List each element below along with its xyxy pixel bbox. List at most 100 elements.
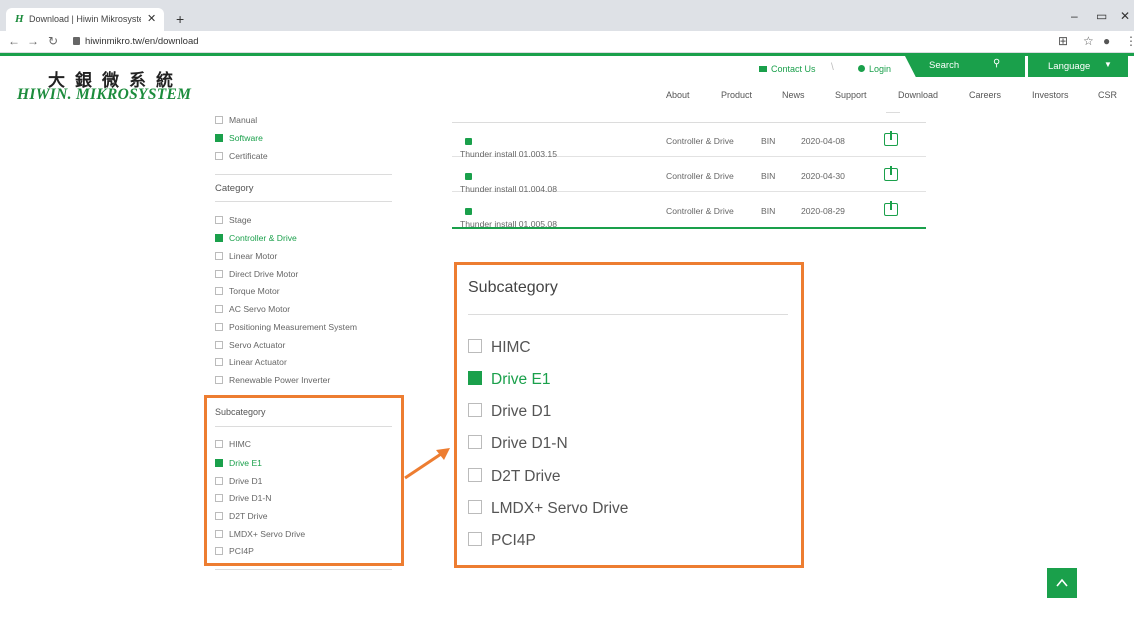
logo-english[interactable]: HIWIN. MIKROSYSTEM <box>17 86 191 104</box>
checkbox[interactable] <box>215 494 223 502</box>
filter-type-certificate[interactable]: Certificate <box>215 151 268 161</box>
search-label[interactable]: Search <box>929 60 959 71</box>
chevron-down-icon[interactable]: ▼ <box>1104 60 1112 69</box>
checkbox[interactable] <box>215 477 223 485</box>
callout-item[interactable]: HIMC <box>468 339 531 357</box>
new-tab-icon[interactable]: + <box>176 11 184 27</box>
nav-csr[interactable]: CSR <box>1098 90 1117 100</box>
checkbox[interactable] <box>215 116 223 124</box>
filter-type-manual[interactable]: Manual <box>215 115 257 125</box>
checkbox-checked[interactable] <box>468 371 482 385</box>
browser-tab[interactable]: H Download | Hiwin Mikrosystem ✕ <box>6 8 164 31</box>
browser-tab-strip: H Download | Hiwin Mikrosystem ✕ + – ▭ ✕ <box>0 0 1134 31</box>
translate-icon[interactable]: ⊞ <box>1058 34 1068 48</box>
checkbox-checked[interactable] <box>215 234 223 242</box>
menu-dots-icon[interactable]: ⋮ <box>1125 34 1134 48</box>
nav-news[interactable]: News <box>782 90 805 100</box>
checkbox[interactable] <box>215 323 223 331</box>
minimize-icon[interactable]: – <box>1071 9 1078 23</box>
checkbox[interactable] <box>468 532 482 546</box>
checkbox-checked[interactable] <box>215 459 223 467</box>
restore-icon[interactable]: ▭ <box>1096 9 1107 23</box>
forward-arrow-icon[interactable]: → <box>27 34 39 48</box>
filter-category-item[interactable]: Renewable Power Inverter <box>215 375 330 385</box>
checkbox[interactable] <box>215 440 223 448</box>
checkbox[interactable] <box>468 468 482 482</box>
file-name[interactable]: Thunder install 01.005.08 <box>460 206 557 229</box>
star-icon[interactable]: ☆ <box>1083 34 1094 48</box>
callout-item[interactable]: LMDX+ Servo Drive <box>468 500 628 518</box>
callout-divider <box>468 314 788 315</box>
file-name[interactable]: Thunder install 01.003.15 <box>460 136 557 159</box>
callout-item[interactable]: PCI4P <box>468 532 536 550</box>
reload-icon[interactable]: ↻ <box>48 34 58 48</box>
search-icon[interactable]: ⚲ <box>993 58 1000 69</box>
table-row: Thunder install 01.005.08 Controller & D… <box>452 193 926 229</box>
filter-category-item[interactable]: Positioning Measurement System <box>215 322 357 332</box>
checkbox[interactable] <box>215 530 223 538</box>
checkbox[interactable] <box>215 341 223 349</box>
nav-product[interactable]: Product <box>721 90 752 100</box>
checkbox[interactable] <box>215 305 223 313</box>
search-bar[interactable] <box>905 56 1025 77</box>
lock-icon <box>465 138 472 145</box>
checkbox[interactable] <box>215 512 223 520</box>
filter-category-item[interactable]: Stage <box>215 215 251 225</box>
filter-label: Linear Motor <box>229 251 278 261</box>
filter-category-item[interactable]: AC Servo Motor <box>215 304 290 314</box>
language-label[interactable]: Language <box>1048 61 1090 72</box>
checkbox[interactable] <box>468 403 482 417</box>
back-arrow-icon[interactable]: ← <box>8 34 20 48</box>
filter-subcategory-item[interactable]: HIMC <box>215 439 251 449</box>
filter-subcategory-item[interactable]: LMDX+ Servo Drive <box>215 529 305 539</box>
checkbox[interactable] <box>215 270 223 278</box>
checkbox[interactable] <box>215 376 223 384</box>
checkbox[interactable] <box>215 547 223 555</box>
callout-item[interactable]: Drive E1 <box>468 371 550 389</box>
filter-category-item[interactable]: Linear Actuator <box>215 357 287 367</box>
checkbox[interactable] <box>468 500 482 514</box>
close-tab-icon[interactable]: ✕ <box>147 12 156 25</box>
checkbox[interactable] <box>468 435 482 449</box>
filter-category-item[interactable]: Linear Motor <box>215 251 277 261</box>
callout-item[interactable]: D2T Drive <box>468 468 560 486</box>
nav-download[interactable]: Download <box>898 90 938 100</box>
checkbox[interactable] <box>215 252 223 260</box>
nav-support[interactable]: Support <box>835 90 867 100</box>
table-bottom-border <box>452 227 926 229</box>
contact-us-link[interactable]: Contact Us <box>759 64 816 74</box>
filter-subcategory-item[interactable]: PCI4P <box>215 546 254 556</box>
back-to-top-button[interactable] <box>1047 568 1077 598</box>
file-date: 2020-08-29 <box>801 206 845 216</box>
callout-item[interactable]: Drive D1 <box>468 403 551 421</box>
download-icon[interactable] <box>884 166 898 181</box>
filter-subcategory-item[interactable]: Drive D1-N <box>215 493 272 503</box>
checkbox[interactable] <box>468 339 482 353</box>
login-link[interactable]: Login <box>858 64 891 74</box>
window-close-icon[interactable]: ✕ <box>1120 9 1130 23</box>
filter-subcategory-item[interactable]: Drive D1 <box>215 476 262 486</box>
callout-item[interactable]: Drive D1-N <box>468 435 568 453</box>
checkbox[interactable] <box>215 216 223 224</box>
checkbox-checked[interactable] <box>215 134 223 142</box>
filter-label: LMDX+ Servo Drive <box>229 529 306 539</box>
nav-investors[interactable]: Investors <box>1032 90 1069 100</box>
nav-about[interactable]: About <box>666 90 690 100</box>
checkbox[interactable] <box>215 287 223 295</box>
filter-category-item[interactable]: Servo Actuator <box>215 340 285 350</box>
download-icon[interactable] <box>884 201 898 216</box>
download-icon[interactable] <box>884 131 898 146</box>
filter-category-item[interactable]: Torque Motor <box>215 286 280 296</box>
filter-subcategory-item[interactable]: Drive E1 <box>215 458 262 468</box>
filter-category-item[interactable]: Controller & Drive <box>215 233 297 243</box>
nav-careers[interactable]: Careers <box>969 90 1001 100</box>
arrow-up-icon <box>1056 578 1068 587</box>
url-field[interactable]: hiwinmikro.tw/en/download <box>73 36 199 47</box>
account-icon[interactable]: ● <box>1103 34 1110 48</box>
filter-type-software[interactable]: Software <box>215 133 263 143</box>
checkbox[interactable] <box>215 152 223 160</box>
filter-category-item[interactable]: Direct Drive Motor <box>215 269 298 279</box>
file-name[interactable]: Thunder install 01.004.08 <box>460 171 557 194</box>
checkbox[interactable] <box>215 358 223 366</box>
filter-subcategory-item[interactable]: D2T Drive <box>215 511 268 521</box>
